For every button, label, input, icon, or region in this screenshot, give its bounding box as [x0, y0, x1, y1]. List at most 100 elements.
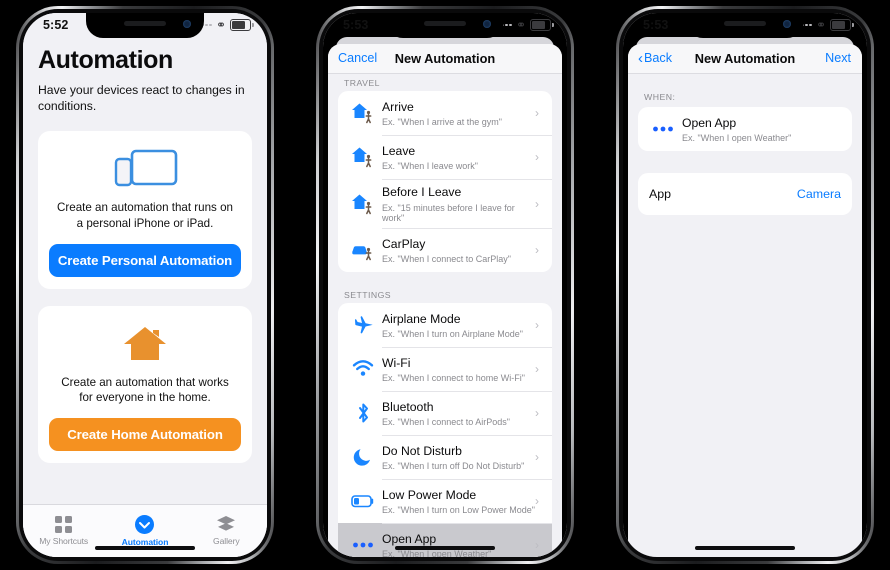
list-item-subtitle: Ex. "When I connect to home Wi-Fi" — [382, 373, 525, 384]
app-field-value[interactable]: Camera — [797, 187, 841, 201]
house-walk-icon — [344, 146, 382, 168]
page-subtitle: Have your devices react to changes in co… — [38, 83, 245, 114]
screenshot-stage: 5:52 ⚭ Automation Have your devices reac… — [0, 0, 890, 570]
notch — [386, 13, 504, 38]
section-header-settings: SETTINGS — [344, 290, 392, 301]
chevron-right-icon: › — [535, 362, 539, 377]
chevron-right-icon: › — [535, 243, 539, 258]
list-item-text: Airplane Mode Ex. "When I turn on Airpla… — [382, 310, 535, 340]
home-indicator[interactable] — [95, 546, 195, 550]
status-clock: 5:53 — [643, 18, 669, 32]
sheet-navbar: ‹ Back New Automation Next — [628, 44, 862, 74]
front-camera-icon — [183, 20, 191, 28]
phone-screen: ‹ Back New Automation Next WHEN: Open Ap… — [623, 13, 867, 557]
list-item[interactable]: Airplane Mode Ex. "When I turn on Airpla… — [338, 303, 552, 347]
list-item-title: CarPlay — [382, 236, 426, 251]
chevron-right-icon: › — [535, 106, 539, 120]
personal-automation-description: Create an automation that runs on a pers… — [57, 201, 233, 231]
low-battery-icon — [344, 494, 382, 508]
travel-group: Arrive Ex. "When I arrive at the gym" › — [338, 91, 552, 273]
modal-backdrop: Cancel New Automation TRAVEL Arrive Ex. … — [323, 13, 567, 557]
list-item-title: Open App — [382, 531, 437, 546]
earpiece-speaker-icon — [124, 21, 166, 26]
link-icon: ⚭ — [815, 18, 826, 32]
car-walk-icon — [344, 239, 382, 261]
phone-screen: Cancel New Automation TRAVEL Arrive Ex. … — [323, 13, 567, 557]
list-item[interactable]: Arrive Ex. "When I arrive at the gym" › — [338, 91, 552, 135]
list-item[interactable]: Low Power Mode Ex. "When I turn on Low P… — [338, 479, 552, 523]
list-item-subtitle: Ex. "15 minutes before I leave for work" — [382, 202, 515, 224]
trigger-list[interactable]: TRAVEL Arrive Ex. "When I arrive at the … — [328, 74, 562, 557]
list-item-subtitle: Ex. "When I arrive at the gym" — [382, 117, 502, 128]
automation-check-icon — [135, 515, 155, 534]
battery-icon — [830, 19, 854, 31]
list-item-open-app[interactable]: Open App Ex. "When I open Weather" › — [338, 523, 552, 557]
list-item-subtitle: Ex. "When I open Weather" — [382, 549, 492, 557]
app-field-label: App — [649, 187, 672, 201]
tab-my-shortcuts-label: My Shortcuts — [39, 536, 89, 546]
earpiece-speaker-icon — [724, 21, 766, 26]
notch — [686, 13, 804, 38]
when-section-header: WHEN: — [644, 92, 676, 102]
list-item[interactable]: Bluetooth Ex. "When I connect to AirPods… — [338, 391, 552, 435]
notch — [86, 13, 204, 38]
new-automation-detail-sheet: ‹ Back New Automation Next WHEN: Open Ap… — [628, 44, 862, 557]
tab-my-shortcuts[interactable]: My Shortcuts — [23, 505, 104, 557]
list-item[interactable]: Leave Ex. "When I leave work" › — [338, 135, 552, 179]
chevron-right-icon: › — [535, 318, 539, 333]
home-automation-card: Create an automation that works for ever… — [38, 305, 252, 463]
list-item-title: Before I Leave — [382, 185, 462, 199]
chevron-right-icon: › — [535, 450, 539, 465]
list-item-text: Wi-Fi Ex. "When I connect to home Wi-Fi" — [382, 354, 535, 384]
ipad-iphone-icon — [49, 145, 241, 193]
list-item-subtitle: Ex. "When I connect to AirPods" — [382, 417, 510, 428]
chevron-right-icon: › — [535, 406, 539, 421]
list-item-text: Bluetooth Ex. "When I connect to AirPods… — [382, 398, 535, 428]
chevron-right-icon: › — [535, 150, 539, 164]
list-item-title: Bluetooth — [382, 399, 434, 414]
list-item[interactable]: Before I Leave Ex. "15 minutes before I … — [338, 179, 552, 228]
personal-automation-card: Create an automation that runs on a pers… — [38, 131, 252, 289]
status-indicators: ⚭ — [497, 19, 554, 31]
tab-gallery[interactable]: Gallery — [186, 505, 267, 557]
trigger-row-open-app[interactable]: Open App Ex. "When I open Weather" — [638, 107, 852, 151]
section-header-travel: TRAVEL — [344, 78, 380, 88]
list-item-subtitle: Ex. "When I turn off Do Not Disturb" — [382, 461, 525, 472]
home-indicator[interactable] — [695, 546, 795, 550]
list-item-subtitle: Ex. "When I connect to CarPlay" — [382, 254, 511, 265]
earpiece-speaker-icon — [424, 21, 466, 26]
layers-icon — [217, 516, 236, 533]
list-item[interactable]: Do Not Disturb Ex. "When I turn off Do N… — [338, 435, 552, 479]
list-item-text: Do Not Disturb Ex. "When I turn off Do N… — [382, 442, 535, 472]
list-item-text: Low Power Mode Ex. "When I turn on Low P… — [382, 486, 535, 516]
list-item-title: Leave — [382, 143, 416, 158]
phone-automation-home: 5:52 ⚭ Automation Have your devices reac… — [16, 6, 274, 564]
create-home-automation-button[interactable]: Create Home Automation — [49, 418, 241, 451]
bluetooth-icon — [344, 402, 382, 424]
list-item-text: Open App Ex. "When I open Weather" — [382, 530, 535, 557]
automation-home-screen: Automation Have your devices react to ch… — [23, 13, 267, 557]
ellipsis-icon — [644, 125, 682, 133]
app-field-row[interactable]: App Camera — [638, 173, 852, 215]
list-item[interactable]: Wi-Fi Ex. "When I connect to home Wi-Fi"… — [338, 347, 552, 391]
moon-icon — [344, 447, 382, 467]
list-item-title: Do Not Disturb — [382, 443, 462, 458]
link-icon: ⚭ — [215, 18, 226, 32]
page-title: Automation — [38, 46, 173, 74]
detail-body: WHEN: Open App Ex. "When I open Weather" — [628, 74, 862, 557]
front-camera-icon — [483, 20, 491, 28]
house-walk-icon — [344, 193, 382, 215]
list-item[interactable]: CarPlay Ex. "When I connect to CarPlay" … — [338, 228, 552, 272]
chevron-right-icon: › — [535, 196, 539, 211]
list-item-title: Airplane Mode — [382, 311, 461, 326]
next-button[interactable]: Next — [825, 44, 851, 73]
sheet-title: New Automation — [394, 51, 496, 66]
automation-home-body: Automation Have your devices react to ch… — [23, 13, 267, 504]
status-indicators: ⚭ — [197, 18, 254, 32]
list-item-subtitle: Ex. "When I leave work" — [382, 161, 478, 172]
new-automation-sheet: Cancel New Automation TRAVEL Arrive Ex. … — [328, 44, 562, 557]
create-personal-automation-button[interactable]: Create Personal Automation — [49, 243, 241, 277]
home-indicator[interactable] — [395, 546, 495, 550]
